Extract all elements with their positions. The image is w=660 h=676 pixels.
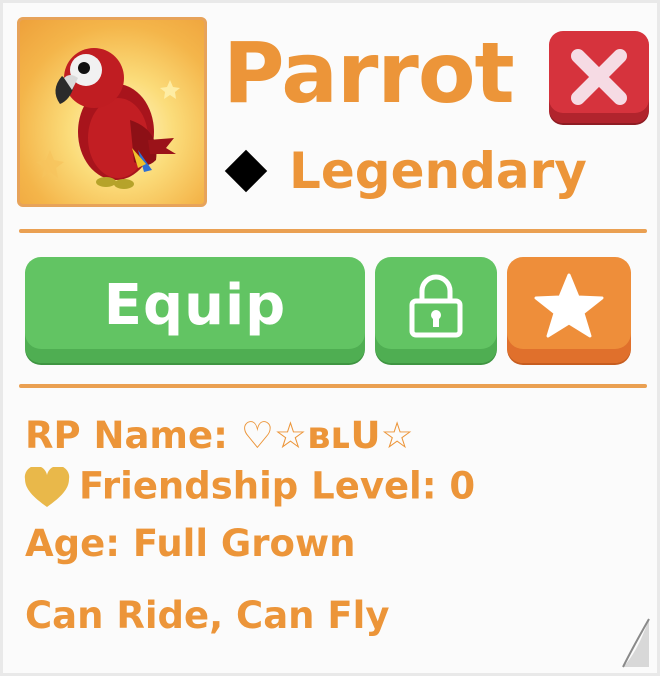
close-icon [571,49,627,105]
lock-icon [409,274,463,338]
rp-name-text: RP Name: ♡☆ʙʟU☆ [25,414,414,457]
rarity-diamond-icon [224,149,268,193]
abilities-text: Can Ride, Can Fly [25,594,390,637]
rarity-label: Legendary [289,142,587,200]
divider-top [19,229,647,233]
equip-button[interactable]: Equip [25,257,365,363]
parrot-icon [36,48,180,189]
close-button[interactable] [549,31,649,123]
pet-name: Parrot [223,24,515,122]
divider-bottom [19,384,647,388]
pet-info-panel: Parrot Legendary Equip RP Name: ♡☆ʙʟU☆ F… [0,0,660,676]
friendship-level-text: Friendship Level: 0 [79,464,476,508]
favorite-button[interactable] [507,257,631,363]
equip-button-label: Equip [103,272,287,338]
star-icon [534,273,604,338]
lock-button[interactable] [375,257,497,363]
page-curl-icon [622,618,650,668]
heart-icon [24,467,70,507]
rarity-row: Legendary [219,143,587,199]
friendship-row: Friendship Level: 0 [23,467,475,509]
pet-portrait [17,17,207,207]
age-text: Age: Full Grown [25,522,356,565]
